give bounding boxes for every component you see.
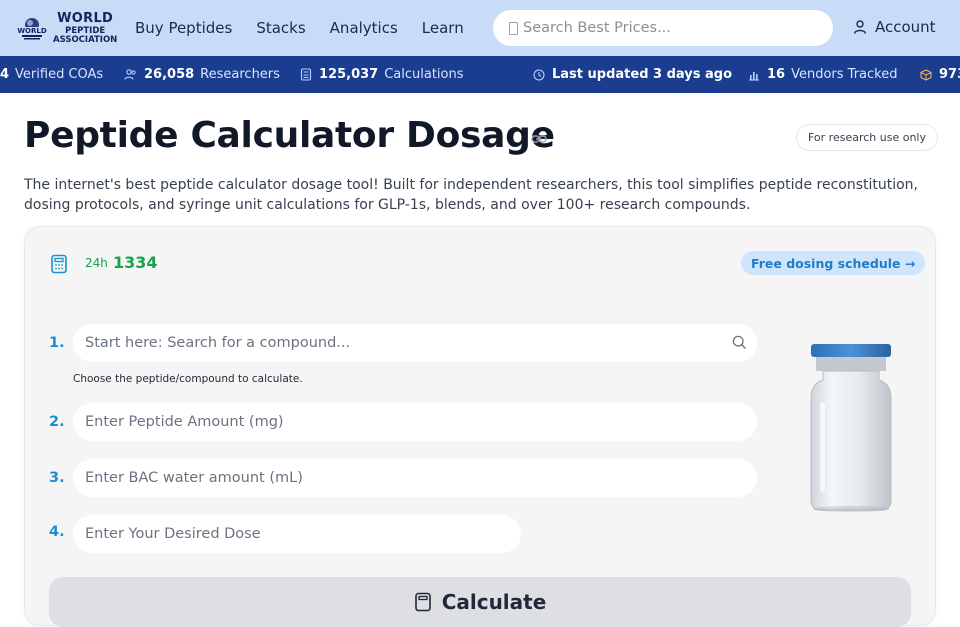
main-nav: Buy Peptides Stacks Analytics Learn xyxy=(135,19,488,37)
calculator-card: 24h 1334 Free dosing schedule → 1. Start… xyxy=(24,226,936,627)
search-icon xyxy=(732,335,747,354)
dosing-schedule-button[interactable]: Free dosing schedule → xyxy=(741,251,926,275)
clock-icon xyxy=(533,68,545,81)
step-number-2: 2. xyxy=(49,414,65,430)
calculation-count: 1334 xyxy=(113,253,158,272)
desired-dose-placeholder: Enter Your Desired Dose xyxy=(85,526,261,542)
nav-stacks[interactable]: Stacks xyxy=(256,19,305,37)
bac-water-input[interactable]: Enter BAC water amount (mL) xyxy=(73,459,757,497)
step-number-3: 3. xyxy=(49,470,65,486)
intro-paragraph: The internet's best peptide calculator d… xyxy=(24,177,919,213)
vial-illustration xyxy=(803,340,899,520)
peptide-amount-placeholder: Enter Peptide Amount (mg) xyxy=(85,414,284,430)
brand-logo[interactable]: WORLD WORLD PEPTIDE ASSOCIATION xyxy=(17,12,125,45)
step-number-4: 4. xyxy=(49,524,65,540)
stat-products: 973 xyxy=(920,56,960,93)
calculate-label: Calculate xyxy=(441,590,547,614)
calculator-icon xyxy=(50,254,68,278)
stat-verified-coas: 4 Verified COAs xyxy=(0,56,103,93)
search-input[interactable]: Search Best Prices... xyxy=(493,10,833,46)
nav-buy-peptides[interactable]: Buy Peptides xyxy=(135,19,232,37)
bac-water-placeholder: Enter BAC water amount (mL) xyxy=(85,470,303,486)
stat-value: 125,037 xyxy=(319,67,379,82)
step-number-1: 1. xyxy=(49,335,65,351)
stats-ticker: 4 Verified COAs 26,058 Researchers 125,0… xyxy=(0,56,960,93)
brand-line-2: PEPTIDE xyxy=(65,25,106,36)
bar-chart-icon xyxy=(748,69,760,81)
user-icon xyxy=(853,20,867,34)
nav-learn[interactable]: Learn xyxy=(422,19,464,37)
top-navbar: WORLD WORLD PEPTIDE ASSOCIATION Buy Pept… xyxy=(0,0,960,56)
search-placeholder: Search Best Prices... xyxy=(523,20,671,36)
stat-label: Vendors Tracked xyxy=(791,67,898,82)
globe-icon: WORLD xyxy=(17,13,47,43)
box-icon xyxy=(920,68,932,81)
stat-label: Verified COAs xyxy=(15,67,104,82)
users-icon xyxy=(124,68,137,81)
period-label: 24h xyxy=(85,256,108,270)
desired-dose-input[interactable]: Enter Your Desired Dose xyxy=(73,515,521,553)
globe-text: WORLD xyxy=(17,27,47,35)
stat-value: 26,058 xyxy=(144,67,195,82)
stat-label: Calculations xyxy=(384,67,464,82)
compound-hint: Choose the peptide/compound to calculate… xyxy=(73,373,303,385)
stat-value: 973 xyxy=(939,67,960,82)
calculator-icon xyxy=(300,68,312,81)
compound-search-input[interactable]: Start here: Search for a compound... xyxy=(73,324,757,362)
stat-vendors: 16 Vendors Tracked xyxy=(748,56,897,93)
brand-name: WORLD PEPTIDE ASSOCIATION xyxy=(53,12,117,45)
stat-last-updated: Last updated 3 days ago xyxy=(533,56,738,93)
calculator-icon xyxy=(414,592,431,612)
stat-value: 16 xyxy=(767,67,786,82)
stat-value: 4 xyxy=(0,67,10,82)
nav-analytics[interactable]: Analytics xyxy=(330,19,398,37)
stat-label: Researchers xyxy=(200,67,280,82)
link-icon[interactable] xyxy=(531,130,547,149)
search-glyph-icon xyxy=(509,21,518,35)
research-use-badge: For research use only xyxy=(796,124,939,151)
calculate-button[interactable]: Calculate xyxy=(49,577,911,627)
stat-calculations: 125,037 Calculations xyxy=(300,56,464,93)
compound-search-placeholder: Start here: Search for a compound... xyxy=(85,335,351,351)
stat-researchers: 26,058 Researchers xyxy=(124,56,280,93)
brand-line-3: ASSOCIATION xyxy=(53,35,118,45)
brand-line-1: WORLD xyxy=(57,10,114,26)
account-label: Account xyxy=(875,18,936,36)
peptide-amount-input[interactable]: Enter Peptide Amount (mg) xyxy=(73,403,757,441)
page-title: Peptide Calculator Dosage xyxy=(24,115,555,156)
stat-value: Last updated 3 days ago xyxy=(552,67,733,82)
account-button[interactable]: Account xyxy=(852,18,936,36)
